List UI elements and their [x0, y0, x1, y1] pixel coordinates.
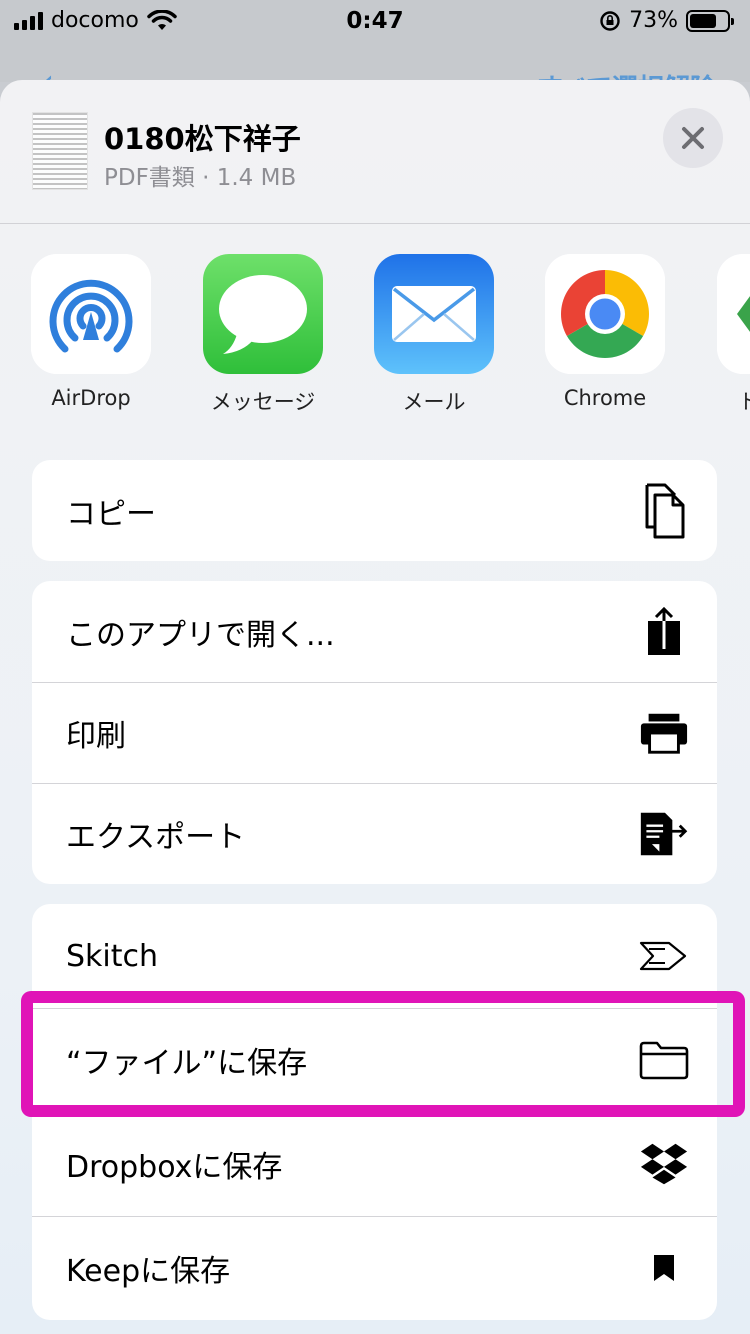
app-mail[interactable]: メール: [359, 254, 509, 416]
app-label: メッセージ: [210, 390, 316, 414]
bookmark-icon: [639, 1243, 689, 1293]
action-label: このアプリで開く...: [66, 617, 335, 653]
action-label: コピー: [66, 496, 156, 532]
app-row: AirDrop メッセージ メール Chrome ト: [0, 254, 750, 424]
document-subtitle: PDF書類 · 1.4 MB: [104, 165, 297, 191]
mail-icon: [374, 254, 494, 374]
app-messages[interactable]: メッセージ: [188, 254, 338, 416]
export-icon: [639, 809, 689, 859]
action-label: 印刷: [66, 718, 126, 754]
action-group-save: Skitch “ファイル”に保存 Dropboxに保存 Keepに保存: [32, 904, 717, 1320]
status-bar: docomo 0:47 73%: [0, 0, 750, 42]
skitch-icon: [639, 931, 689, 981]
action-label: Keepに保存: [66, 1254, 231, 1289]
action-skitch[interactable]: Skitch: [32, 904, 717, 1008]
action-save-to-files[interactable]: “ファイル”に保存: [32, 1008, 717, 1112]
action-label: エクスポート: [66, 819, 246, 855]
messages-icon: [203, 254, 323, 374]
app-airdrop[interactable]: AirDrop: [16, 254, 166, 410]
share-sheet-header: 0180松下祥子 PDF書類 · 1.4 MB: [0, 80, 750, 224]
action-print[interactable]: 印刷: [32, 682, 717, 783]
folder-icon: [639, 1035, 689, 1085]
document-title: 0180松下祥子: [104, 122, 301, 156]
app-partial[interactable]: ト: [702, 254, 750, 416]
battery-percent: 73%: [629, 8, 678, 33]
partial-app-icon: [717, 254, 750, 374]
close-button[interactable]: [663, 108, 723, 168]
action-save-to-keep[interactable]: Keepに保存: [32, 1216, 717, 1320]
action-label: Skitch: [66, 938, 159, 974]
print-icon: [639, 708, 689, 758]
app-label: AirDrop: [51, 386, 131, 410]
copy-icon: [639, 483, 689, 538]
share-sheet: 0180松下祥子 PDF書類 · 1.4 MB AirDrop メッセージ メー…: [0, 80, 750, 1334]
app-label: ト: [738, 390, 750, 414]
app-label: Chrome: [563, 386, 647, 410]
chrome-icon: [545, 254, 665, 374]
app-label: メール: [402, 390, 466, 414]
action-label: Dropboxに保存: [66, 1150, 283, 1185]
airdrop-icon: [31, 254, 151, 374]
background-nav-bar: ‹ すべて選択解除: [0, 42, 750, 104]
battery-level: [690, 13, 717, 28]
action-export[interactable]: エクスポート: [32, 783, 717, 884]
action-copy[interactable]: コピー: [32, 460, 717, 561]
battery-icon: [686, 9, 734, 32]
action-label: “ファイル”に保存: [66, 1046, 308, 1081]
share-icon: [639, 606, 689, 657]
dropbox-icon: [639, 1139, 689, 1189]
action-open-in[interactable]: このアプリで開く...: [32, 581, 717, 682]
action-group-open: このアプリで開く... 印刷 エクスポート: [32, 581, 717, 884]
app-chrome[interactable]: Chrome: [530, 254, 680, 410]
action-save-to-dropbox[interactable]: Dropboxに保存: [32, 1112, 717, 1216]
close-icon: [682, 127, 704, 149]
document-thumbnail: [32, 112, 88, 190]
action-group-copy: コピー: [32, 460, 717, 561]
rotation-lock-icon: [600, 10, 620, 31]
